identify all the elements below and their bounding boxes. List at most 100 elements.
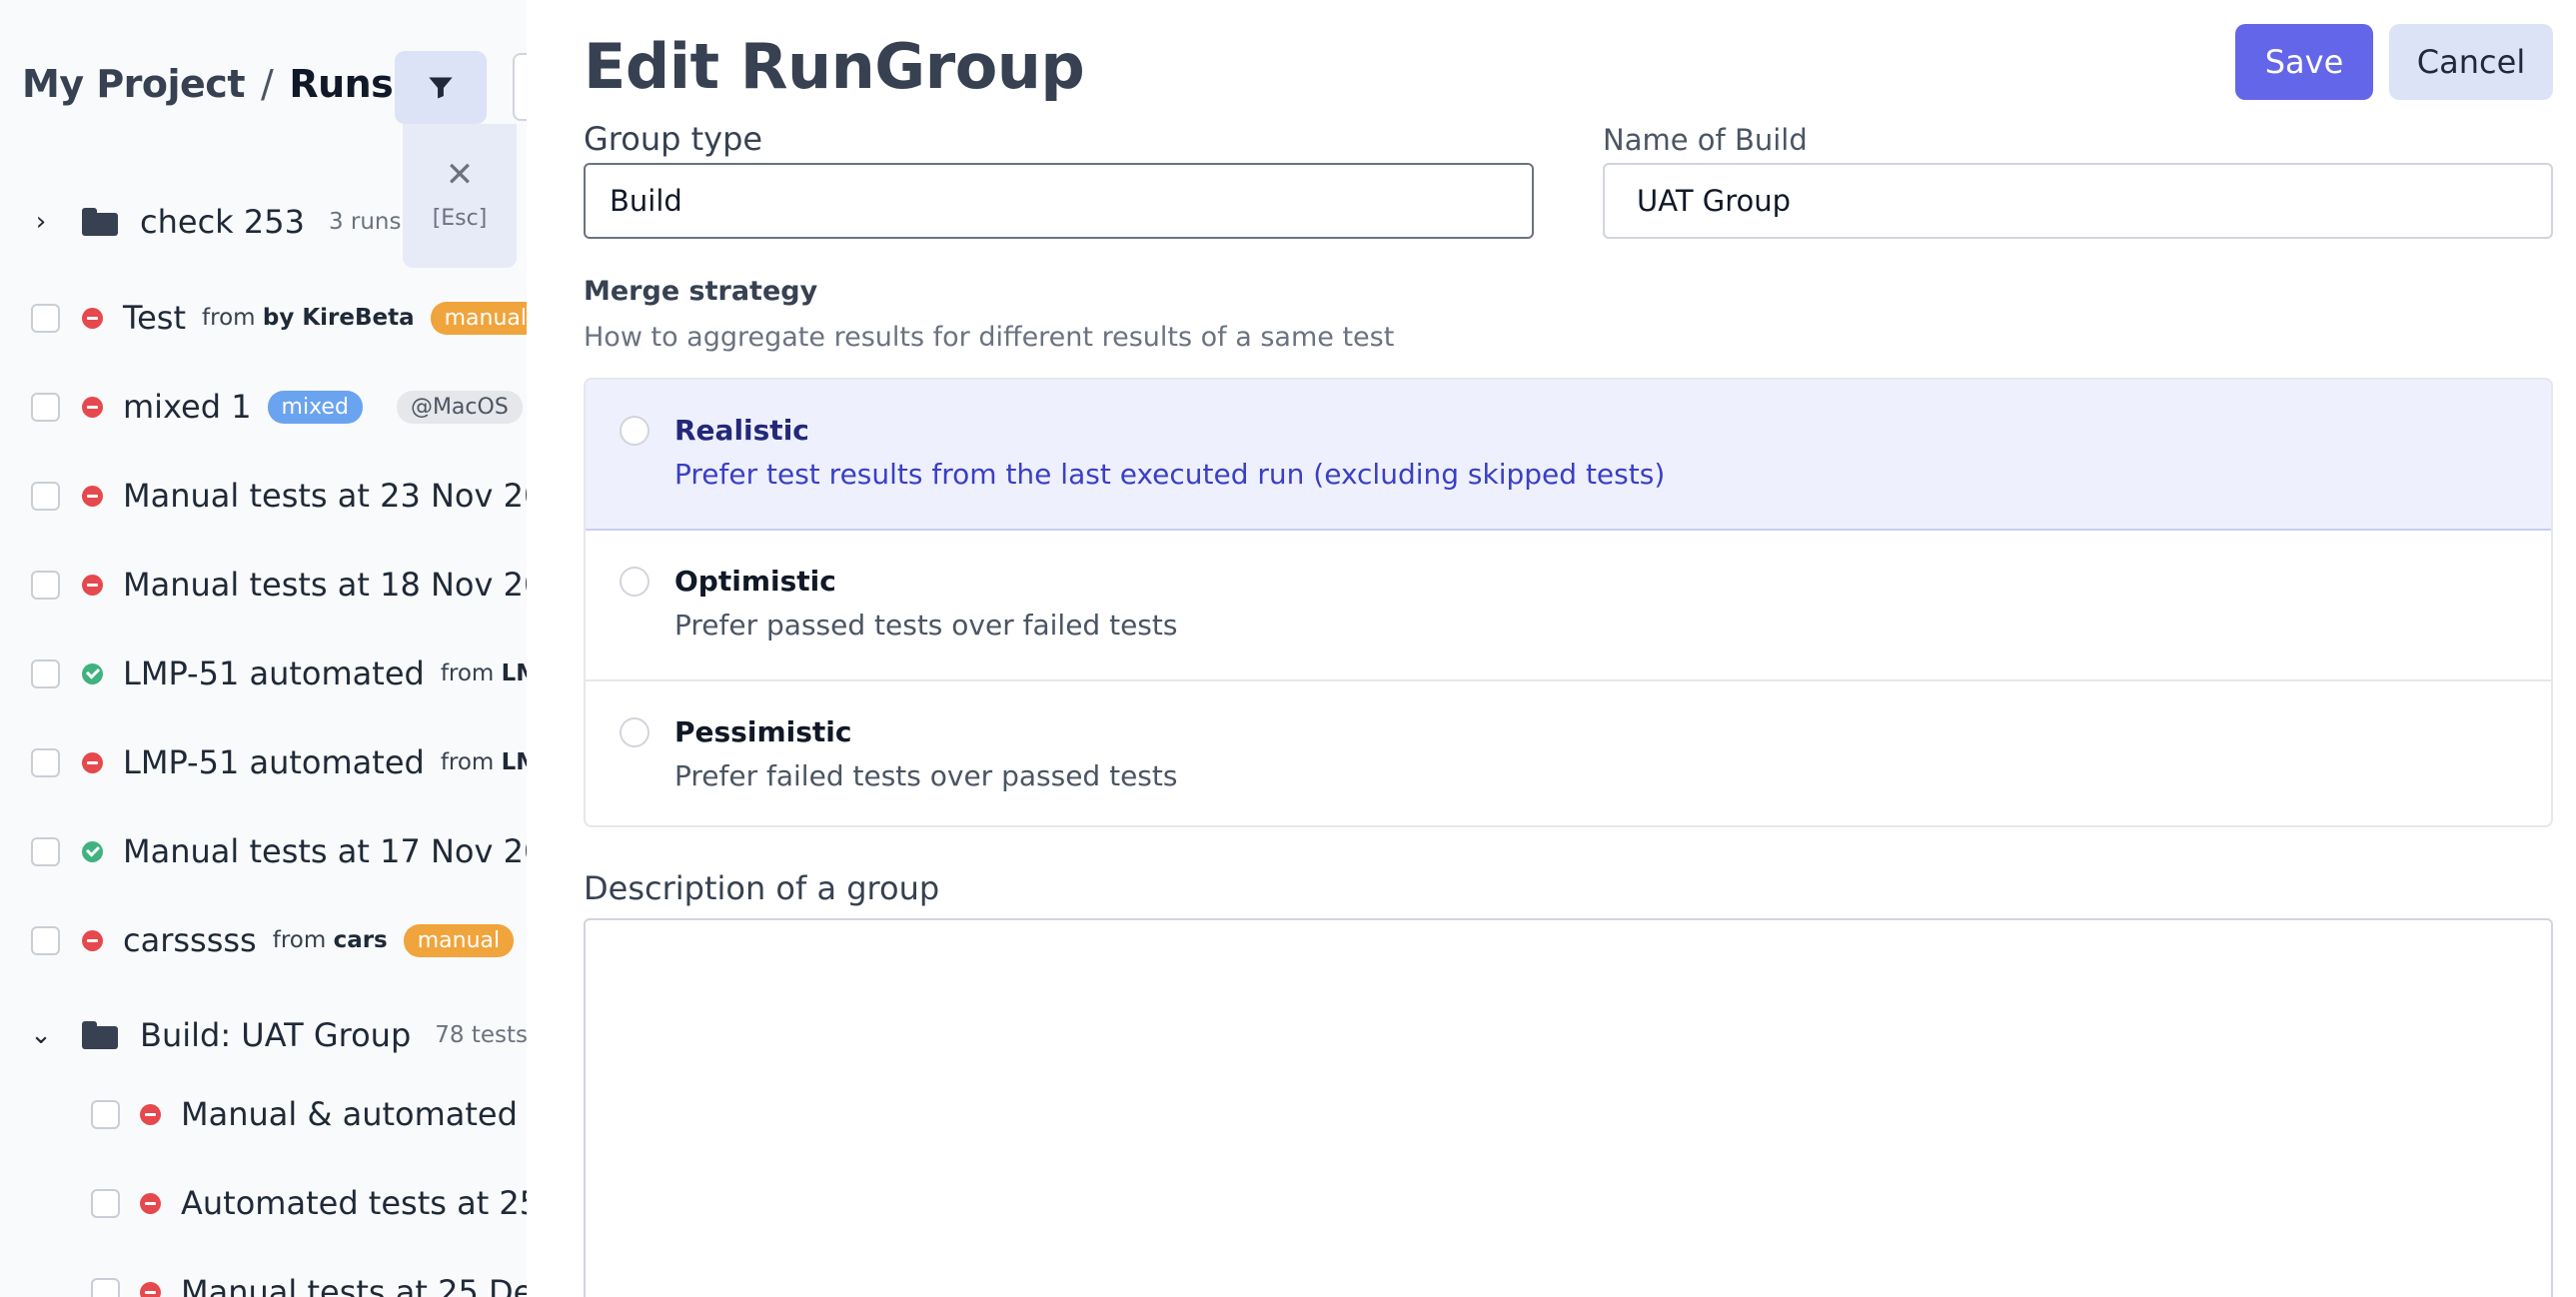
run-row[interactable]: Test from by KireBeta manual: [31, 290, 527, 346]
run-title: Manual tests at 17 Nov 2023: [123, 832, 527, 870]
run-title: mixed 1: [123, 388, 252, 426]
run-checkbox[interactable]: [31, 925, 60, 955]
manual-badge: manual: [430, 301, 527, 335]
search-input-edge[interactable]: [513, 53, 527, 121]
status-failed-icon: [140, 1103, 161, 1125]
option-description: Prefer failed tests over passed tests: [674, 759, 1178, 792]
run-checkbox[interactable]: [31, 303, 60, 333]
close-filter-popover[interactable]: ✕ [Esc]: [403, 124, 517, 268]
status-passed-icon: [82, 840, 103, 862]
status-failed-icon: [140, 1281, 161, 1297]
merge-option-optimistic[interactable]: Optimistic Prefer passed tests over fail…: [586, 531, 2551, 681]
child-run-row[interactable]: Manual tests at 25 Dec: [91, 1264, 527, 1297]
filter-icon: [429, 77, 453, 98]
run-from: from by KireBeta: [202, 305, 415, 331]
status-failed-icon: [140, 1192, 161, 1214]
breadcrumb-separator: /: [261, 62, 274, 106]
run-from: from cars: [273, 927, 388, 953]
run-from-name: cars: [333, 927, 388, 953]
run-checkbox[interactable]: [91, 1188, 120, 1218]
run-title: LMP-51 automated: [123, 654, 425, 692]
run-from-prefix: from: [202, 305, 256, 331]
run-from-name: LMP-: [501, 660, 527, 686]
close-icon: ✕: [445, 155, 475, 195]
build-name-input[interactable]: UAT Group: [1603, 163, 2553, 239]
run-group-check-253[interactable]: › check 253 3 runs: [28, 194, 402, 250]
breadcrumb: My Project / Runs: [22, 62, 394, 106]
run-from-name: LMP-: [501, 749, 527, 775]
child-run-row[interactable]: Manual & automated te: [91, 1086, 527, 1142]
runs-sidebar: My Project / Runs ✕ [Esc] › check 253 3 ru…: [0, 0, 527, 1297]
run-checkbox[interactable]: [31, 836, 60, 866]
folder-icon: [82, 1021, 118, 1049]
breadcrumb-current: Runs: [289, 62, 394, 106]
run-row[interactable]: mixed 1 mixed @MacOS: [31, 379, 523, 435]
breadcrumb-project[interactable]: My Project: [22, 62, 246, 106]
run-checkbox[interactable]: [31, 392, 60, 422]
group-title: Build: UAT Group: [140, 1016, 412, 1054]
run-checkbox[interactable]: [31, 658, 60, 688]
child-run-row[interactable]: Automated tests at 25 D: [91, 1175, 527, 1231]
env-badge: @MacOS: [396, 390, 523, 424]
run-title: carsssss: [123, 921, 257, 959]
drawer-title: Edit RunGroup: [584, 30, 1085, 103]
description-textarea[interactable]: [584, 918, 2553, 1297]
run-title: Manual & automated te: [181, 1095, 527, 1133]
status-failed-icon: [82, 485, 103, 507]
merge-strategy-options: Realistic Prefer test results from the l…: [584, 378, 2553, 827]
run-row[interactable]: LMP-51 automated from LMP-: [31, 734, 527, 790]
group-count: 3 runs: [328, 209, 402, 235]
run-checkbox[interactable]: [91, 1099, 120, 1129]
run-group-build-uat[interactable]: ⌄ Build: UAT Group 78 tests 3: [28, 1007, 527, 1063]
chevron-right-icon[interactable]: ›: [28, 207, 54, 237]
manual-badge: manual: [403, 923, 515, 957]
status-failed-icon: [82, 396, 103, 418]
radio-button[interactable]: [620, 416, 649, 446]
cancel-button[interactable]: Cancel: [2389, 24, 2553, 100]
status-passed-icon: [82, 662, 103, 684]
chevron-down-icon[interactable]: ⌄: [28, 1020, 54, 1050]
status-failed-icon: [82, 574, 103, 596]
status-failed-icon: [82, 929, 103, 951]
run-from: from LMP-: [441, 660, 527, 686]
filter-button[interactable]: [395, 51, 487, 124]
status-failed-icon: [82, 307, 103, 329]
folder-icon: [82, 208, 118, 236]
run-checkbox[interactable]: [31, 570, 60, 600]
run-checkbox[interactable]: [31, 747, 60, 777]
save-button[interactable]: Save: [2235, 24, 2373, 100]
build-name-label: Name of Build: [1603, 123, 1808, 157]
option-title: Realistic: [674, 414, 809, 447]
radio-button[interactable]: [620, 717, 649, 747]
run-row[interactable]: Manual tests at 23 Nov 2023: [31, 468, 527, 524]
run-from: from LMP-: [441, 749, 527, 775]
description-label: Description of a group: [584, 869, 940, 907]
run-title: LMP-51 automated: [123, 743, 425, 781]
run-from-name: by KireBeta: [262, 305, 415, 331]
run-from-prefix: from: [440, 749, 495, 775]
run-row[interactable]: Manual tests at 17 Nov 2023: [31, 823, 527, 879]
merge-option-pessimistic[interactable]: Pessimistic Prefer failed tests over pas…: [586, 681, 2551, 825]
edit-rungroup-drawer: Edit RunGroup Save Cancel Group type Bui…: [527, 0, 2576, 1297]
run-title: Test: [123, 299, 187, 337]
radio-button[interactable]: [620, 567, 649, 597]
run-title: Manual tests at 23 Nov 2023: [123, 477, 527, 515]
group-type-select[interactable]: Build: [584, 163, 1534, 239]
run-row[interactable]: LMP-51 automated from LMP-: [31, 646, 527, 701]
option-description: Prefer passed tests over failed tests: [674, 609, 1178, 642]
run-checkbox[interactable]: [91, 1277, 120, 1297]
option-title: Optimistic: [674, 565, 836, 598]
merge-strategy-title: Merge strategy: [584, 276, 818, 307]
run-checkbox[interactable]: [31, 481, 60, 511]
merge-option-realistic[interactable]: Realistic Prefer test results from the l…: [586, 380, 2551, 531]
run-title: Manual tests at 25 Dec: [181, 1273, 527, 1297]
mixed-badge: mixed: [267, 390, 363, 424]
status-failed-icon: [82, 751, 103, 773]
run-from-prefix: from: [272, 927, 327, 953]
run-from-prefix: from: [440, 660, 495, 686]
run-row[interactable]: Manual tests at 18 Nov 2023: [31, 557, 527, 613]
run-title: Automated tests at 25 D: [181, 1184, 527, 1222]
option-description: Prefer test results from the last execut…: [674, 458, 1666, 491]
merge-strategy-subtitle: How to aggregate results for different r…: [584, 322, 1395, 353]
run-row[interactable]: carsssss from cars manual: [31, 912, 515, 968]
